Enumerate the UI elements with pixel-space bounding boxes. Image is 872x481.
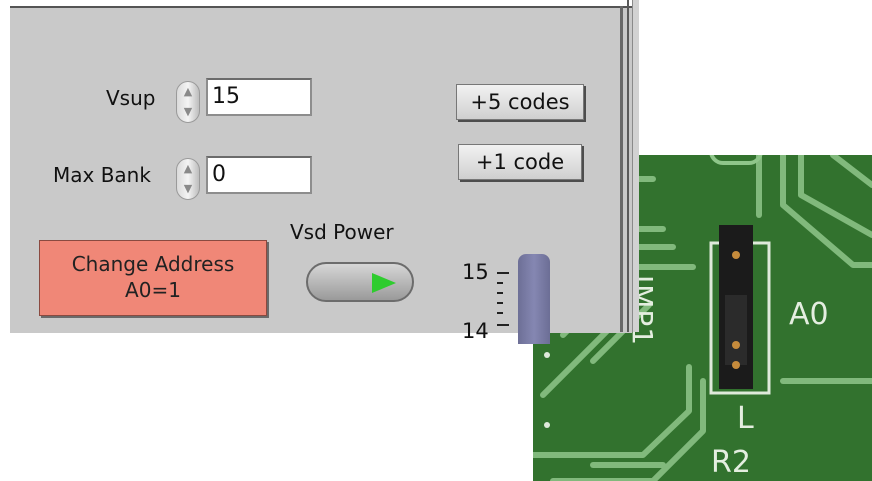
change-address-label: Change Address — [71, 252, 235, 276]
decrement-arrow-icon[interactable]: ▼ — [177, 102, 199, 122]
silk-label-l: L — [737, 401, 754, 436]
increment-arrow-icon[interactable]: ▲ — [177, 82, 199, 102]
window-scroll-edge — [632, 0, 639, 332]
power-on-indicator-icon — [372, 273, 396, 293]
silk-label-r2: R2 — [711, 445, 751, 480]
panel-border — [620, 6, 623, 332]
decrement-arrow-icon[interactable]: ▼ — [177, 179, 199, 199]
vsup-label: Vsup — [106, 86, 156, 110]
change-address-value: A0=1 — [125, 278, 181, 302]
vsd-power-toggle[interactable] — [306, 262, 414, 302]
plus-1-code-button[interactable]: +1 code — [458, 144, 582, 180]
scale-tick-label-bottom: 14 — [462, 319, 489, 343]
scale-tick — [497, 302, 503, 304]
max-bank-input[interactable]: 0 — [206, 156, 312, 194]
change-address-button[interactable]: Change Address A0=1 — [39, 240, 267, 316]
panel-border — [627, 0, 629, 332]
scale-tick-label-top: 15 — [462, 260, 489, 284]
silk-label-a0: A0 — [789, 297, 829, 332]
vsd-power-label: Vsd Power — [290, 220, 394, 244]
increment-arrow-icon[interactable]: ▲ — [177, 159, 199, 179]
vsup-slider[interactable] — [518, 254, 550, 344]
scale-tick — [497, 272, 509, 274]
scale-tick — [497, 282, 503, 284]
max-bank-label: Max Bank — [53, 163, 151, 187]
scale-tick — [497, 312, 503, 314]
vsup-spinner[interactable]: ▲ ▼ — [176, 81, 200, 123]
scale-tick — [497, 324, 509, 326]
scale-tick — [497, 292, 503, 294]
plus-5-codes-button[interactable]: +5 codes — [456, 84, 584, 120]
vsup-input[interactable]: 15 — [206, 78, 312, 116]
front-panel: Vsup ▲ ▼ 15 Max Bank ▲ ▼ 0 +5 codes +1 c… — [10, 6, 632, 344]
max-bank-spinner[interactable]: ▲ ▼ — [176, 158, 200, 200]
